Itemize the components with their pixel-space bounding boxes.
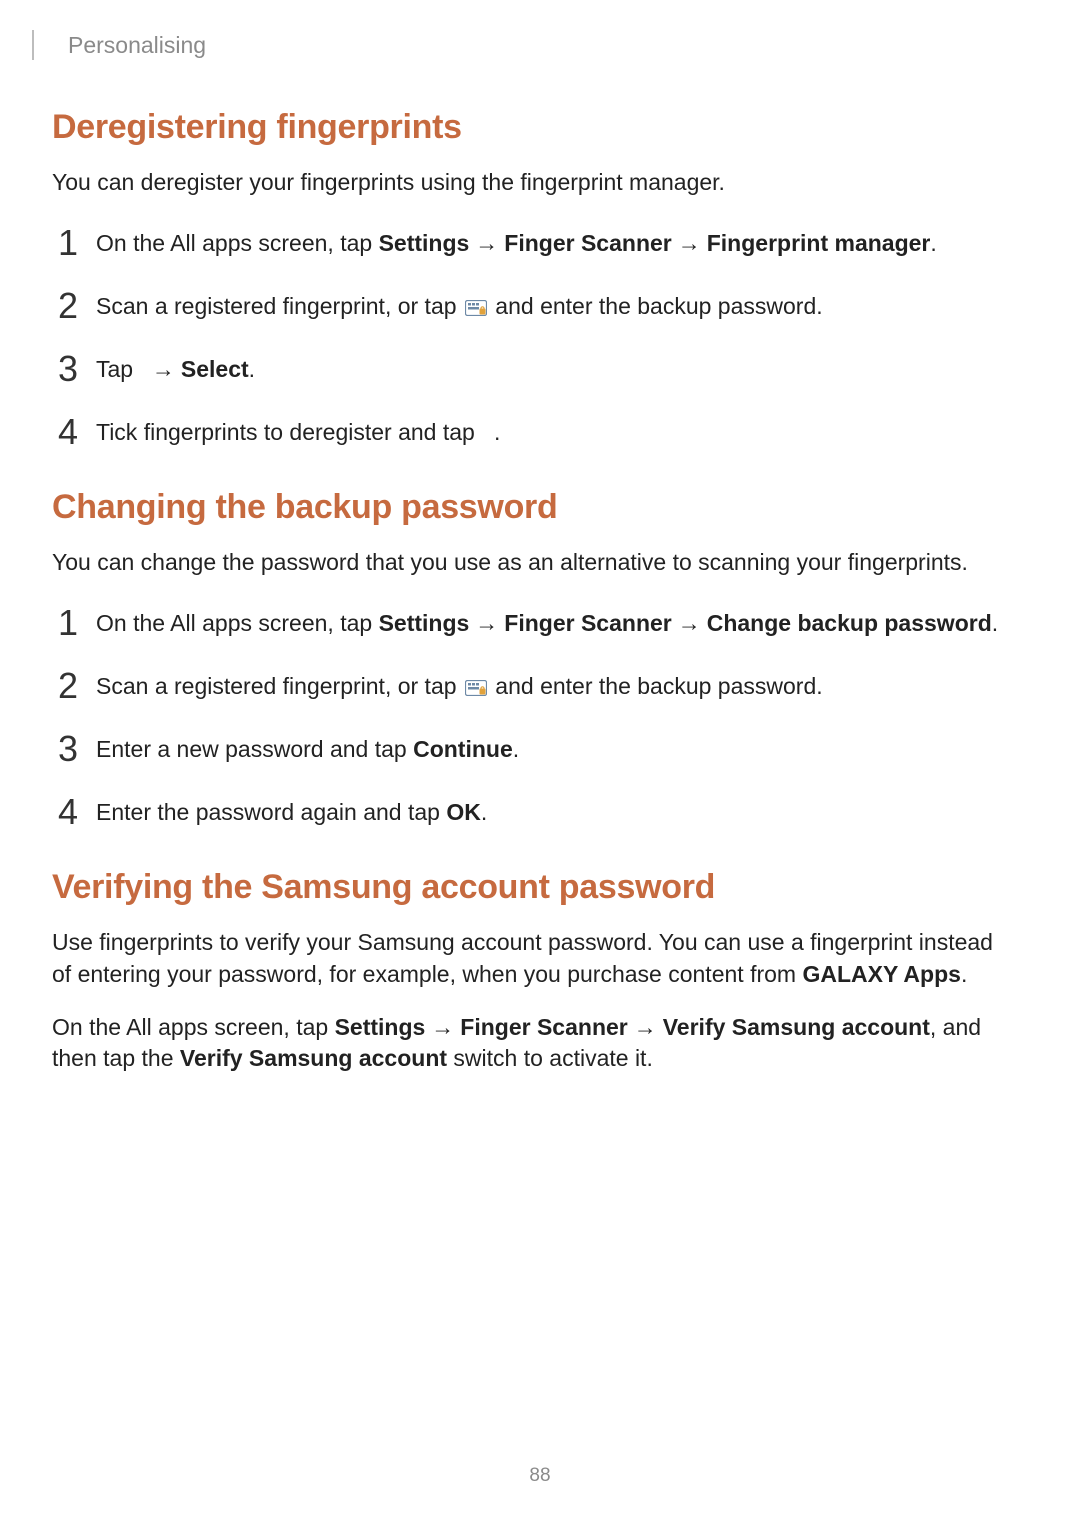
step-number: 3 — [58, 731, 96, 767]
page-number: 88 — [0, 1465, 1080, 1487]
step-row: 3 Tap →Select. — [58, 346, 1010, 385]
keyboard-lock-icon — [465, 300, 487, 316]
step-row: 2 Scan a registered fingerprint, or tap … — [58, 283, 1010, 322]
step-row: 3 Enter a new password and tap Continue. — [58, 726, 1010, 765]
step-row: 2 Scan a registered fingerprint, or tap … — [58, 663, 1010, 702]
heading-deregistering: Deregistering fingerprints — [52, 108, 1010, 147]
step-text: Scan a registered fingerprint, or tap an… — [96, 283, 823, 322]
document-page: Personalising Deregistering fingerprints… — [0, 0, 1080, 1074]
step-text: Enter the password again and tap OK. — [96, 789, 487, 828]
step-text: On the All apps screen, tap Settings→Fin… — [96, 220, 937, 259]
step-number: 2 — [58, 668, 96, 704]
step-text: Enter a new password and tap Continue. — [96, 726, 519, 765]
step-number: 1 — [58, 225, 96, 261]
step-row: 4 Tick fingerprints to deregister and ta… — [58, 409, 1010, 448]
heading-verify-samsung: Verifying the Samsung account password — [52, 868, 1010, 907]
step-number: 4 — [58, 794, 96, 830]
step-row: 4 Enter the password again and tap OK. — [58, 789, 1010, 828]
header-divider — [32, 30, 34, 60]
intro-deregistering: You can deregister your fingerprints usi… — [52, 167, 1010, 198]
step-number: 4 — [58, 414, 96, 450]
steps-deregistering: 1 On the All apps screen, tap Settings→F… — [58, 220, 1010, 448]
step-number: 2 — [58, 288, 96, 324]
heading-changing-password: Changing the backup password — [52, 488, 1010, 527]
step-row: 1 On the All apps screen, tap Settings→F… — [58, 220, 1010, 259]
intro-changing-password: You can change the password that you use… — [52, 547, 1010, 578]
step-row: 1 On the All apps screen, tap Settings→F… — [58, 600, 1010, 639]
step-number: 1 — [58, 605, 96, 641]
step-text: Scan a registered fingerprint, or tap an… — [96, 663, 823, 702]
para-verify-2: On the All apps screen, tap Settings→Fin… — [52, 1012, 1010, 1074]
para-verify-1: Use fingerprints to verify your Samsung … — [52, 927, 1010, 989]
step-text: Tap →Select. — [96, 346, 255, 385]
step-text: Tick fingerprints to deregister and tap … — [96, 409, 500, 448]
keyboard-lock-icon — [465, 680, 487, 696]
breadcrumb: Personalising — [32, 30, 1010, 60]
step-number: 3 — [58, 351, 96, 387]
breadcrumb-text: Personalising — [68, 32, 206, 59]
step-text: On the All apps screen, tap Settings→Fin… — [96, 600, 998, 639]
steps-changing-password: 1 On the All apps screen, tap Settings→F… — [58, 600, 1010, 828]
